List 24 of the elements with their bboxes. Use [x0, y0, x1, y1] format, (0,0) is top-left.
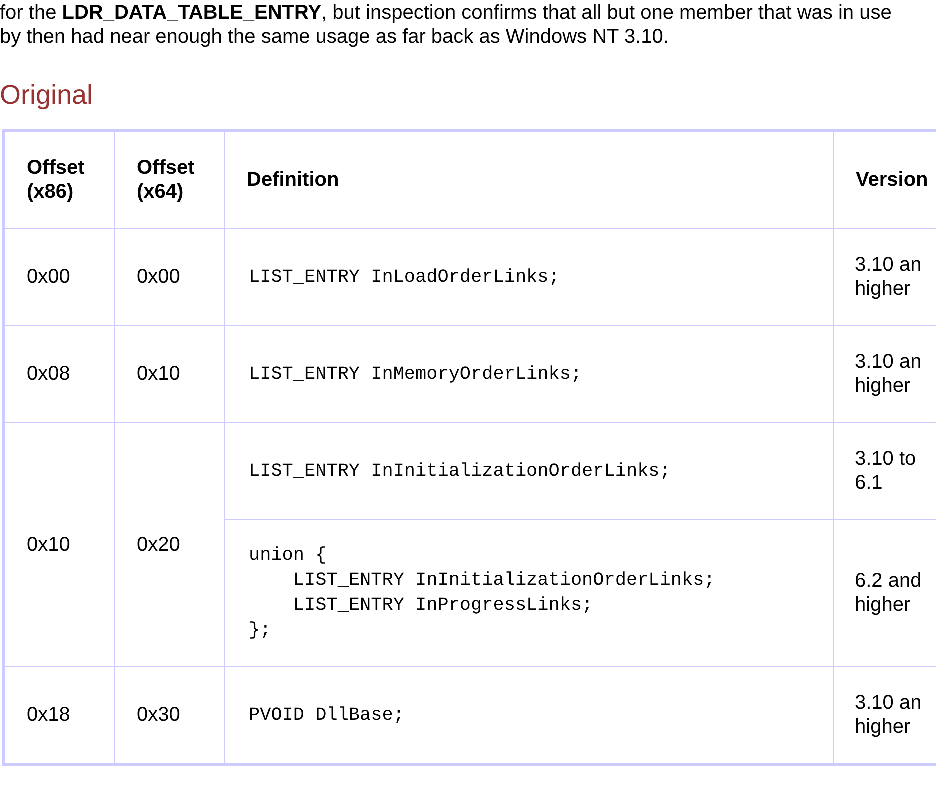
code-definition: union { LIST_ENTRY InInitializationOrderLinks; LIST_ENTRY InProgressLinks; };	[249, 544, 716, 643]
version-range: 3.10 an higher	[855, 691, 923, 739]
offset-value: 0x18	[27, 703, 70, 727]
version-range: 3.10 an higher	[855, 350, 923, 398]
code-definition: LIST_ENTRY InLoadOrderLinks;	[249, 266, 560, 290]
offset-value: 0x10	[137, 362, 180, 386]
column-header: Offset (x86)	[27, 156, 86, 204]
offset-value: 0x08	[27, 362, 70, 386]
column-header: Offset (x64)	[137, 156, 196, 204]
offset-value: 0x30	[137, 703, 180, 727]
version-range: 3.10 to 6.1	[855, 447, 918, 495]
column-header: Definition	[247, 168, 340, 192]
intro-paragraph: for the LDR_DATA_TABLE_ENTRY, but inspection confirms that all but one member that was in use by then had near enough the same usage as far back as Windows NT 3.10.	[0, 1, 893, 49]
offset-value: 0x00	[27, 265, 70, 289]
code-definition: LIST_ENTRY InMemoryOrderLinks;	[249, 363, 582, 387]
section-heading: Original	[0, 79, 94, 111]
offset-value: 0x10	[27, 532, 70, 556]
offset-value: 0x00	[137, 265, 180, 289]
offset-value: 0x20	[137, 532, 180, 556]
code-definition: PVOID DllBase;	[249, 704, 404, 728]
version-range: 3.10 an higher	[855, 253, 923, 301]
version-range: 6.2 and higher	[855, 569, 923, 617]
column-header: Version	[856, 168, 928, 192]
code-definition: LIST_ENTRY InInitializationOrderLinks;	[249, 460, 671, 484]
